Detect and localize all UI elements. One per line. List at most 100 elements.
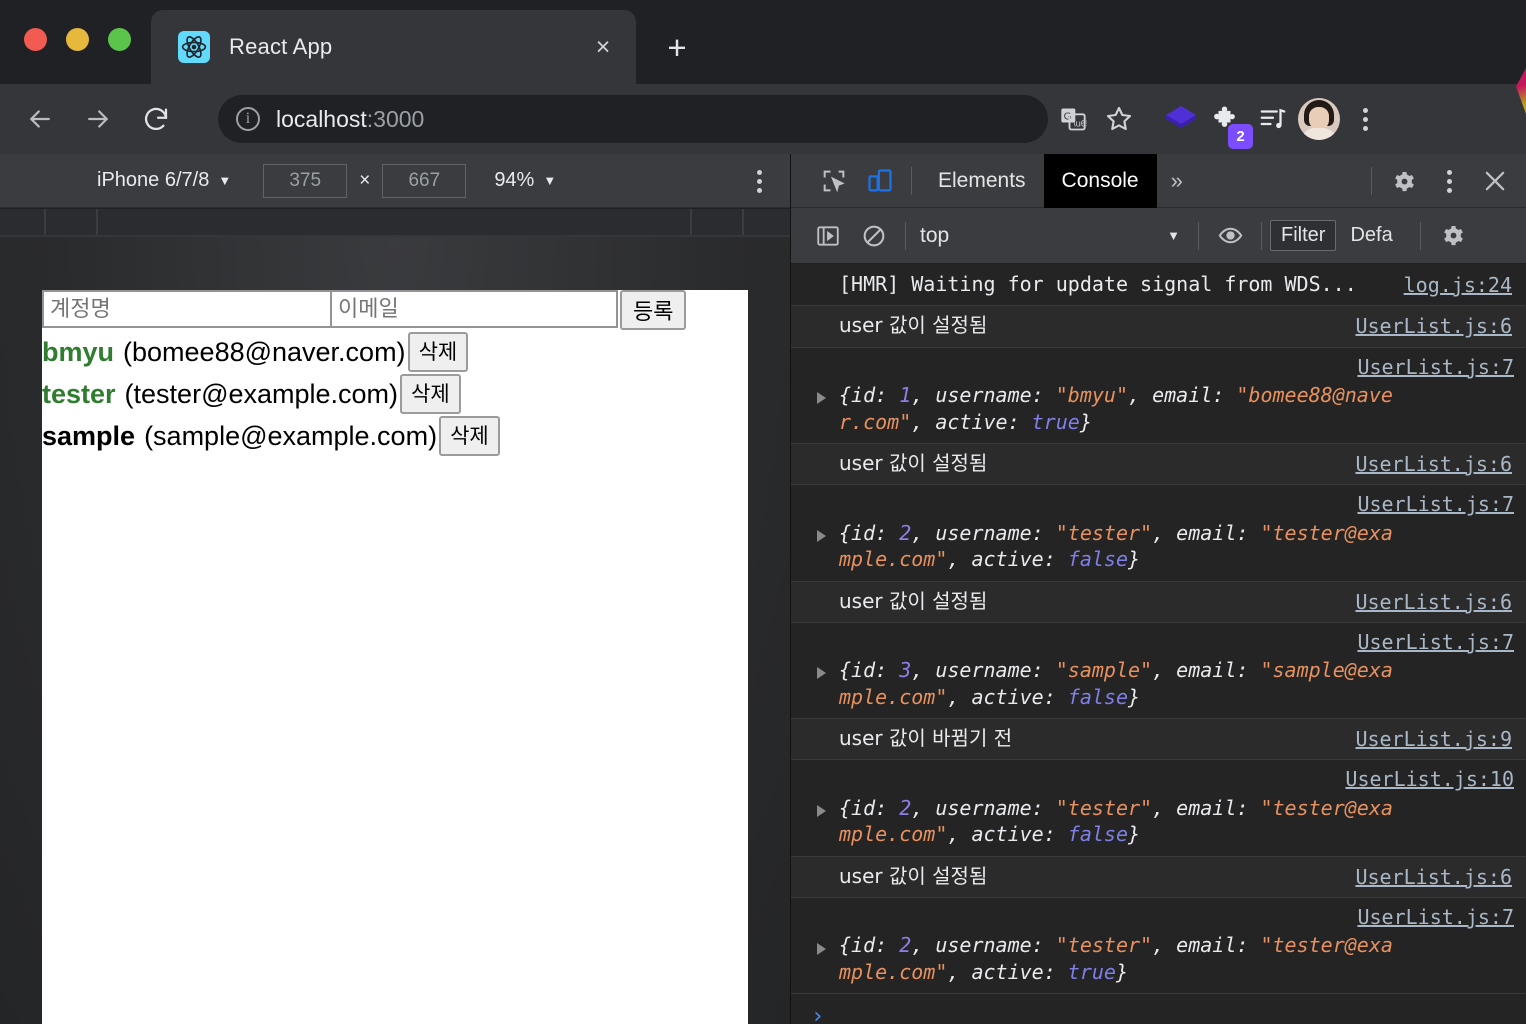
device-selector[interactable]: iPhone 6/7/8 ▼ bbox=[97, 169, 231, 192]
log-level-selector[interactable]: Defa bbox=[1350, 224, 1412, 247]
console-source-link[interactable]: log.js:24 bbox=[1404, 272, 1512, 298]
devtools-panel: Elements Console » top ▼ Filter Defa log… bbox=[790, 153, 1526, 1024]
browser-toolbar-icons: G\u6587 bbox=[1050, 96, 1388, 142]
console-source-link[interactable]: UserList.js:6 bbox=[1355, 451, 1512, 477]
bookmark-star-icon[interactable] bbox=[1096, 96, 1142, 142]
site-info-icon[interactable]: i bbox=[236, 107, 260, 131]
window-traffic-lights bbox=[24, 28, 131, 51]
dimension-separator: × bbox=[359, 169, 371, 191]
extension-badge-count: 2 bbox=[1228, 124, 1253, 149]
inspect-cursor-icon[interactable] bbox=[811, 158, 857, 204]
minimize-window-button[interactable] bbox=[66, 28, 89, 51]
console-log-entry: log.js:24 [HMR] Waiting for update signal… bbox=[791, 265, 1526, 307]
browser-window: React App × + i localhost:3000 G\u6587 bbox=[0, 0, 1526, 1024]
console-object-preview[interactable]: {id: 2, username: "tester", email: "test… bbox=[839, 932, 1399, 985]
console-log-entry: UserList.js:7 {id: 1, username: "bmyu", e… bbox=[791, 348, 1526, 444]
user-list-item: tester (tester@example.com) 삭제 bbox=[42, 374, 748, 414]
url-port: :3000 bbox=[366, 105, 425, 132]
expand-object-triangle-icon[interactable] bbox=[817, 529, 826, 542]
console-log-entry: UserList.js:7 {id: 2, username: "tester",… bbox=[791, 898, 1526, 995]
console-sidebar-icon[interactable] bbox=[805, 213, 851, 259]
console-object-preview[interactable]: {id: 2, username: "tester", email: "test… bbox=[839, 520, 1399, 573]
user-email: (tester@example.com) bbox=[124, 378, 399, 409]
device-name: iPhone 6/7/8 bbox=[97, 169, 210, 191]
console-source-link[interactable]: UserList.js:6 bbox=[1355, 313, 1512, 339]
chrome-menu-kebab-icon[interactable] bbox=[1342, 96, 1388, 142]
console-log-list[interactable]: log.js:24 [HMR] Waiting for update signal… bbox=[791, 265, 1526, 1024]
clear-console-icon[interactable] bbox=[851, 213, 897, 259]
expand-object-triangle-icon[interactable] bbox=[817, 942, 826, 955]
extension-diamond-icon[interactable] bbox=[1158, 96, 1204, 142]
device-viewport-stage: 등록 bmyu (bomee88@naver.com) 삭제 tester (t… bbox=[0, 237, 790, 1024]
delete-user-button[interactable]: 삭제 bbox=[400, 374, 461, 414]
user-list-item: bmyu (bomee88@naver.com) 삭제 bbox=[42, 332, 748, 372]
maximize-window-button[interactable] bbox=[108, 28, 131, 51]
delete-user-button[interactable]: 삭제 bbox=[407, 332, 469, 372]
console-source-link[interactable]: UserList.js:7 bbox=[839, 491, 1514, 517]
delete-user-button[interactable]: 삭제 bbox=[439, 416, 500, 456]
console-source-link[interactable]: UserList.js:6 bbox=[1355, 864, 1512, 890]
chevron-down-icon: ▼ bbox=[543, 173, 557, 188]
devtools-more-options-icon[interactable] bbox=[1426, 158, 1472, 204]
live-expression-eye-icon[interactable] bbox=[1207, 213, 1253, 259]
zoom-selector[interactable]: 94% ▼ bbox=[494, 169, 556, 192]
console-message-text: user 값이 바뀜기 전 bbox=[839, 726, 1013, 751]
expand-object-triangle-icon[interactable] bbox=[817, 805, 826, 818]
create-user-form: 등록 bbox=[42, 290, 748, 330]
email-input[interactable] bbox=[330, 290, 618, 328]
console-log-entry: UserList.js:6 user 값이 설정됨 bbox=[791, 306, 1526, 348]
avatar[interactable] bbox=[1296, 96, 1342, 142]
react-logo-icon bbox=[178, 31, 210, 63]
page-content: 등록 bmyu (bomee88@naver.com) 삭제 tester (t… bbox=[42, 290, 748, 1024]
console-source-link[interactable]: UserList.js:9 bbox=[1355, 726, 1512, 752]
media-playlist-icon[interactable] bbox=[1250, 96, 1296, 142]
chevron-down-icon: ▼ bbox=[1167, 228, 1180, 243]
console-source-link[interactable]: UserList.js:10 bbox=[839, 766, 1514, 792]
device-toolbar-more-options-icon[interactable] bbox=[757, 170, 762, 193]
console-settings-gear-icon[interactable] bbox=[1429, 213, 1475, 259]
console-message-text: user 값이 설정됨 bbox=[839, 588, 988, 613]
execution-context-selector[interactable]: top ▼ bbox=[920, 224, 1190, 248]
close-window-button[interactable] bbox=[24, 28, 47, 51]
console-object-preview[interactable]: {id: 3, username: "sample", email: "samp… bbox=[839, 657, 1399, 710]
expand-object-triangle-icon[interactable] bbox=[817, 667, 826, 680]
register-button[interactable]: 등록 bbox=[620, 290, 687, 330]
console-prompt[interactable]: › bbox=[791, 994, 1526, 1024]
tab-elements[interactable]: Elements bbox=[920, 154, 1044, 208]
tab-title: React App bbox=[229, 34, 333, 59]
translate-icon[interactable]: G\u6587 bbox=[1050, 96, 1096, 142]
console-log-entry: UserList.js:7 {id: 3, username: "sample",… bbox=[791, 623, 1526, 720]
browser-tab-react-app[interactable]: React App × bbox=[151, 10, 636, 84]
tab-console[interactable]: Console bbox=[1043, 153, 1157, 208]
console-source-link[interactable]: UserList.js:7 bbox=[839, 904, 1514, 930]
console-object-preview[interactable]: {id: 1, username: "bmyu", email: "bomee8… bbox=[839, 382, 1399, 435]
console-source-link[interactable]: UserList.js:7 bbox=[839, 354, 1514, 380]
user-email: (sample@example.com) bbox=[144, 420, 438, 451]
prompt-chevron-icon: › bbox=[811, 1004, 825, 1024]
console-object-preview[interactable]: {id: 2, username: "tester", email: "test… bbox=[839, 795, 1399, 848]
tab-strip: React App × + bbox=[0, 0, 1526, 84]
device-toolbar-icon[interactable] bbox=[857, 158, 903, 204]
username-input[interactable] bbox=[42, 290, 332, 328]
console-source-link[interactable]: UserList.js:7 bbox=[839, 629, 1514, 655]
gear-icon[interactable] bbox=[1380, 158, 1426, 204]
forward-icon[interactable] bbox=[76, 97, 120, 141]
more-tabs-icon[interactable]: » bbox=[1157, 168, 1197, 194]
console-source-link[interactable]: UserList.js:6 bbox=[1355, 589, 1512, 615]
viewport-width-input[interactable]: 375 bbox=[263, 163, 348, 198]
reload-icon[interactable] bbox=[134, 97, 178, 141]
viewport-ruler bbox=[0, 209, 790, 237]
address-bar[interactable]: i localhost:3000 bbox=[218, 95, 1048, 143]
back-icon[interactable] bbox=[18, 97, 62, 141]
console-log-entry: UserList.js:6 user 값이 설정됨 bbox=[791, 581, 1526, 623]
close-icon[interactable] bbox=[1472, 158, 1518, 204]
user-email: (bomee88@naver.com) bbox=[123, 336, 406, 367]
close-icon[interactable]: × bbox=[588, 32, 618, 62]
console-log-entry: UserList.js:6 user 값이 설정됨 bbox=[791, 856, 1526, 899]
viewport-height-input[interactable]: 667 bbox=[382, 163, 467, 198]
devtools-tab-bar: Elements Console » bbox=[791, 153, 1526, 208]
user-name: tester bbox=[42, 378, 116, 409]
expand-object-triangle-icon[interactable] bbox=[817, 392, 826, 405]
console-filter-input[interactable]: Filter bbox=[1270, 220, 1337, 251]
new-tab-button[interactable]: + bbox=[655, 26, 699, 68]
